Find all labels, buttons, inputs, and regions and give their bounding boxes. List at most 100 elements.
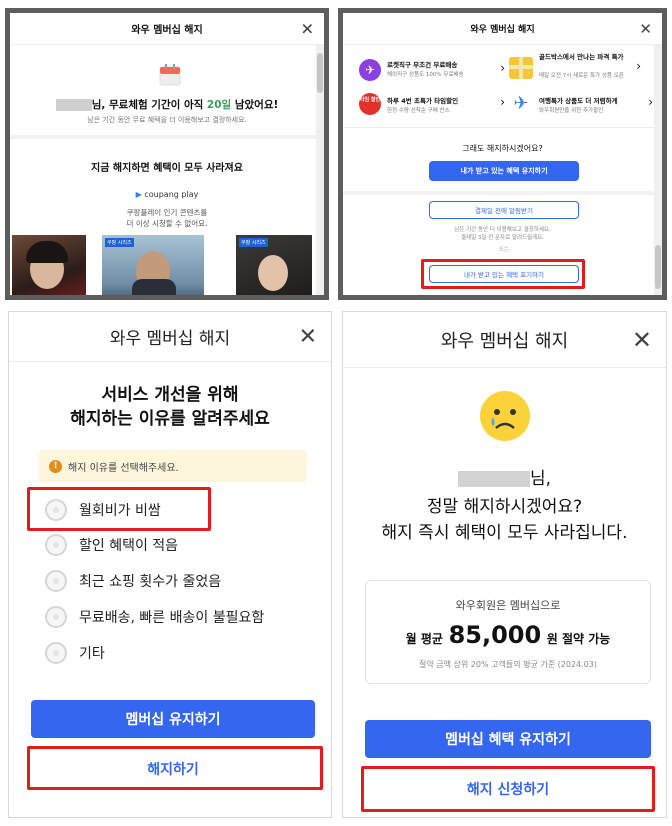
- savings-amount: 85,000: [448, 621, 542, 649]
- trial-text-suffix: 남았어요!: [231, 99, 279, 111]
- reason-option-3[interactable]: 최근 쇼핑 횟수가 줄었음: [45, 570, 221, 592]
- scrollbar[interactable]: [654, 45, 662, 295]
- reason-label: 기타: [79, 646, 105, 662]
- highlight-box: [27, 487, 211, 531]
- notify-desc-2: 결제일 3일 전 문자로 알려드릴게요.: [460, 235, 545, 241]
- reason-heading-1: 서비스 개선을 위해: [101, 385, 239, 405]
- modal-title: 와우 멤버십 해지: [470, 25, 535, 35]
- keep-membership-button[interactable]: 멤버십 유지하기: [31, 700, 315, 738]
- highlight-box: [361, 766, 655, 812]
- coupang-play-logo: ▶ coupang play: [10, 190, 324, 199]
- section-divider: [343, 127, 654, 128]
- reason-label: 할인 혜택이 적음: [79, 538, 179, 554]
- close-icon[interactable]: ✕: [301, 19, 314, 38]
- blurred-username: [55, 99, 92, 111]
- reason-heading-2: 해지하는 이유를 알려주세요: [70, 409, 270, 429]
- reason-label: 무료배송, 빠른 배송이 불필요함: [79, 610, 265, 626]
- modal-title: 와우 멤버십 해지: [440, 330, 569, 352]
- savings-label: 와우회원은 멤버십으로: [455, 599, 561, 612]
- notice-banner: ! 해지 이유를 선택해주세요.: [39, 450, 307, 482]
- trial-text: 님, 무료체험 기간이 아직: [91, 99, 207, 111]
- modal-header: 와우 멤버십 해지 ✕: [10, 13, 324, 45]
- modal-header: 와우 멤버십 해지 ✕: [9, 312, 331, 362]
- benefit-item[interactable]: 타임 할인 하루 4번 초특가 타임할인 한정 수량 선착순 구매 찬스 ›: [359, 93, 505, 121]
- user-greeting: 님,: [343, 464, 666, 489]
- brand-name: coupang play: [144, 190, 199, 199]
- avg-suffix: 원 절약 가능: [546, 632, 611, 646]
- highlight-box: [421, 259, 585, 289]
- savings-amount-line: 월 평균 85,000 원 절약 가능: [366, 621, 650, 649]
- user-suffix: 님,: [529, 469, 552, 489]
- play-desc-1: 쿠팡플레이 인기 콘텐츠를: [126, 208, 208, 217]
- chevron-right-icon: ›: [648, 95, 653, 109]
- close-icon[interactable]: ✕: [632, 326, 652, 354]
- notice-text: 해지 이유를 선택해주세요.: [68, 462, 179, 474]
- benefit-desc: 매일 오전 7시 새로운 특가 상품 오픈: [539, 73, 624, 79]
- modal-title: 와우 멤버십 해지: [131, 25, 203, 36]
- benefit-desc: 한정 수량 선착순 구매 찬스: [387, 108, 450, 114]
- or-label: 또는: [498, 247, 510, 253]
- cancel-question: 그래도 해지하시겠어요?: [462, 144, 543, 153]
- modal-title: 와우 멤버십 해지: [109, 329, 231, 349]
- section-divider: [343, 191, 654, 195]
- radio-circle[interactable]: [45, 534, 67, 556]
- savings-footnote: 절약 금액 상위 20% 고객들의 평균 기준 (2024.03): [419, 660, 597, 669]
- poster-3[interactable]: 쿠팡 시리즈: [236, 235, 312, 295]
- keep-membership-benefits-button[interactable]: 멤버십 혜택 유지하기: [365, 720, 651, 758]
- calendar-icon: [158, 63, 182, 87]
- keep-benefits-button[interactable]: 내가 받고 있는 혜택 유지하기: [429, 161, 579, 181]
- trial-headline: 님, 무료체험 기간이 아직 20일 남았어요!: [10, 97, 324, 112]
- highlight-box: [27, 746, 323, 790]
- benefit-item[interactable]: ✈ 로켓직구 무조건 무료배송 해외직구 상품도 100% 무료배송 ›: [359, 57, 505, 85]
- panel-trial-notice: 와우 멤버십 해지 ✕ 님, 무료체험 기간이 아직 20일 남았어요! 남은 …: [5, 8, 329, 300]
- benefit-name: 로켓직구 무조건 무료배송: [387, 61, 458, 69]
- benefit-desc: 해외직구 상품도 100% 무료배송: [387, 72, 464, 78]
- blurred-username: [457, 471, 530, 487]
- poster-1[interactable]: [12, 235, 86, 295]
- chevron-right-icon: ›: [500, 61, 505, 75]
- play-icon: ▶: [135, 190, 142, 199]
- time-sale-icon: 타임 할인: [359, 93, 381, 115]
- chevron-right-icon: ›: [636, 59, 641, 73]
- chevron-right-icon: ›: [500, 95, 505, 109]
- series-badge: 쿠팡 시리즈: [105, 238, 134, 247]
- benefit-item[interactable]: ✈ 여행특가 상품도 더 저렴하게 와우회원만을 위한 추가할인 ›: [509, 93, 655, 121]
- airplane-icon: ✈: [513, 93, 529, 114]
- reason-option-5[interactable]: 기타: [45, 642, 105, 664]
- radio-circle[interactable]: [45, 606, 67, 628]
- confirm-line-1: 정말 해지하시겠어요?: [426, 497, 583, 517]
- panel-final-confirm: 와우 멤버십 해지 ✕ 님, 정말 해지하시겠어요? 해지 즉시 혜택이 모두 …: [342, 311, 667, 818]
- close-icon[interactable]: ✕: [639, 20, 652, 38]
- radio-circle[interactable]: [45, 642, 67, 664]
- reason-option-4[interactable]: 무료배송, 빠른 배송이 불필요함: [45, 606, 264, 628]
- confirm-line-2: 해지 즉시 혜택이 모두 사라집니다.: [381, 523, 628, 543]
- close-icon[interactable]: ✕: [299, 324, 317, 349]
- panel-cancel-reason: 와우 멤버십 해지 ✕ 서비스 개선을 위해 해지하는 이유를 알려주세요 ! …: [8, 311, 332, 818]
- radio-circle[interactable]: [45, 570, 67, 592]
- benefit-name: 하루 4번 초특가 타임할인: [387, 97, 459, 105]
- rocket-icon: ✈: [359, 59, 381, 81]
- section-divider: [10, 135, 316, 139]
- reason-option-2[interactable]: 할인 혜택이 적음: [45, 534, 178, 556]
- notify-desc-1: 남은 기간 동안 더 이용해보고 결정하세요.: [454, 227, 551, 233]
- crying-face-icon: [479, 390, 531, 442]
- or-divider: 또는: [429, 245, 579, 253]
- trial-days: 20일: [206, 99, 232, 111]
- benefit-item[interactable]: 골드박스에서 만나는 파격 특가 매일 오전 7시 새로운 특가 상품 오픈 ›: [509, 53, 647, 89]
- poster-2[interactable]: 쿠팡 시리즈: [102, 235, 204, 295]
- gift-icon: [509, 57, 533, 79]
- benefit-desc: 와우회원만을 위한 추가할인: [539, 108, 604, 114]
- warning-icon: !: [49, 459, 62, 473]
- trial-sub: 남은 기간 동안 무료 혜택을 더 이용해보고 결정하세요.: [87, 116, 247, 124]
- benefit-name: 골드박스에서 만나는 파격 특가: [539, 53, 624, 61]
- reason-label: 최근 쇼핑 횟수가 줄었음: [79, 574, 222, 590]
- series-badge-2: 쿠팡 시리즈: [239, 238, 268, 247]
- notify-before-payment-button[interactable]: 결제일 전에 알림받기: [429, 201, 579, 219]
- benefit-name: 여행특가 상품도 더 저렴하게: [539, 97, 618, 105]
- modal-header: 와우 멤버십 해지 ✕: [343, 13, 662, 45]
- savings-card: 와우회원은 멤버십으로 월 평균 85,000 원 절약 가능 절약 금액 상위…: [365, 580, 651, 684]
- modal-header: 와우 멤버십 해지 ✕: [343, 312, 666, 368]
- panel-benefits: 와우 멤버십 해지 ✕ ✈ 로켓직구 무조건 무료배송 해외직구 상품도 100…: [338, 8, 667, 300]
- lose-title: 지금 해지하면 혜택이 모두 사라져요: [91, 163, 243, 174]
- play-desc-2: 더 이상 시청할 수 없어요.: [126, 219, 208, 228]
